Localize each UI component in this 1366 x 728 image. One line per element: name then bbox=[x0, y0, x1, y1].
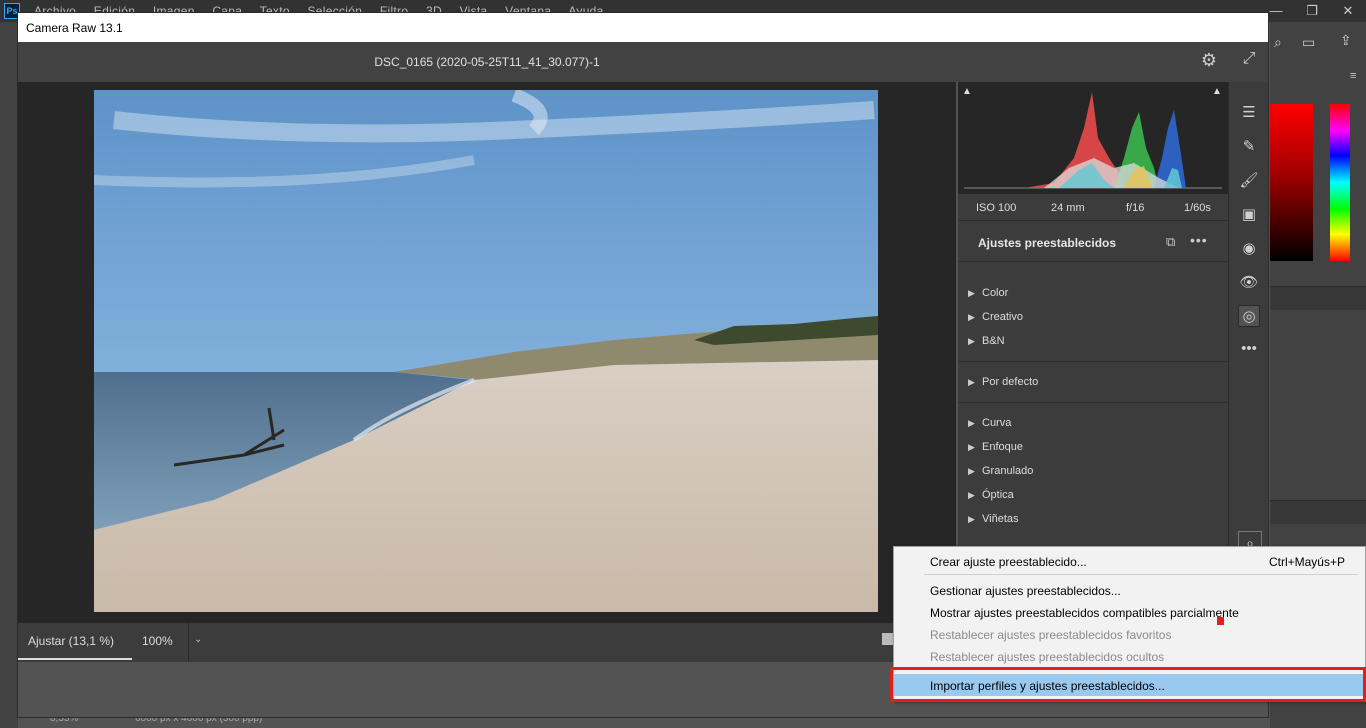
preset-group-enfoque[interactable]: ▶ Enfoque bbox=[968, 441, 1023, 453]
menu-divider bbox=[924, 574, 1358, 575]
image-canvas[interactable] bbox=[18, 82, 956, 623]
presets-icon[interactable]: ◎ bbox=[1238, 305, 1260, 327]
workspace-icon[interactable]: ▭ bbox=[1302, 34, 1315, 51]
expand-triangle-icon: ▶ bbox=[968, 312, 975, 322]
share-icon[interactable]: ⇪ bbox=[1340, 32, 1352, 49]
divider bbox=[188, 623, 189, 661]
divider bbox=[958, 361, 1228, 362]
photoshop-tools-panel bbox=[0, 22, 18, 728]
fit-zoom-button[interactable]: Ajustar (13,1 %) bbox=[28, 634, 114, 648]
new-preset-icon[interactable]: ⧉ bbox=[1166, 234, 1175, 250]
close-button[interactable]: ✕ bbox=[1330, 0, 1366, 22]
healing-brush-icon[interactable]: ✎ bbox=[1238, 136, 1260, 158]
shutter-value: 1/60s bbox=[1184, 202, 1211, 214]
brush-icon[interactable]: 🖌 bbox=[1238, 170, 1260, 192]
hue-slider[interactable] bbox=[1330, 104, 1350, 261]
expand-triangle-icon: ▶ bbox=[968, 514, 975, 524]
beach-photo bbox=[94, 90, 878, 612]
linear-gradient-icon[interactable]: ▣ bbox=[1238, 204, 1260, 226]
menu-reset-hidden: Restablecer ajustes preestablecidos ocul… bbox=[930, 650, 1165, 664]
preset-group-byn[interactable]: ▶ B&N bbox=[968, 335, 1005, 347]
expand-triangle-icon: ▶ bbox=[968, 442, 975, 452]
color-picker-field[interactable] bbox=[1270, 104, 1313, 261]
zoom-level-button[interactable]: 100% bbox=[142, 634, 173, 648]
preset-group-por-defecto[interactable]: ▶ Por defecto bbox=[968, 376, 1038, 388]
tool-strip: ☰ ✎ 🖌 ▣ ◉ 👁 ◎ ••• ⌕ bbox=[1228, 82, 1268, 562]
photoshop-panel-header bbox=[1270, 286, 1366, 310]
search-icon[interactable]: ⌕ bbox=[1274, 34, 1282, 51]
presets-title: Ajustes preestablecidos bbox=[978, 236, 1117, 250]
expand-triangle-icon: ▶ bbox=[968, 336, 975, 346]
histogram: ▲ ▲ bbox=[958, 82, 1228, 194]
preset-group-optica[interactable]: ▶ Óptica bbox=[968, 489, 1014, 501]
aperture-value: f/16 bbox=[1126, 202, 1145, 214]
expand-triangle-icon: ▶ bbox=[968, 418, 975, 428]
preset-group-curva[interactable]: ▶ Curva bbox=[968, 417, 1011, 429]
canvas-bottom-bar: Ajustar (13,1 %) 100% ⌄ bbox=[18, 623, 956, 661]
preset-group-vinetas[interactable]: ▶ Viñetas bbox=[968, 513, 1019, 525]
presets-header: Ajustes preestablecidos ⧉ ••• bbox=[958, 220, 1228, 262]
sliders-icon[interactable]: ☰ bbox=[1238, 102, 1260, 124]
file-name: DSC_0165 (2020-05-25T11_41_30.077)-1 bbox=[374, 55, 600, 69]
dialog-title-bar: Camera Raw 13.1 bbox=[18, 13, 1268, 42]
shortcut-label: Ctrl+Mayús+P bbox=[1268, 555, 1345, 569]
red-eye-icon[interactable]: 👁 bbox=[1238, 272, 1260, 294]
photoshop-panel-header bbox=[1270, 500, 1366, 524]
focal-length-value: 24 mm bbox=[1051, 202, 1085, 214]
gear-icon[interactable]: ⚙ bbox=[1198, 50, 1220, 72]
annotation-mark bbox=[1217, 617, 1224, 625]
dialog-title: Camera Raw 13.1 bbox=[26, 21, 123, 35]
iso-value: ISO 100 bbox=[976, 202, 1017, 214]
panel-menu-icon[interactable]: ≡ bbox=[1350, 70, 1356, 82]
menu-manage-presets[interactable]: Gestionar ajustes preestablecidos... bbox=[894, 579, 1365, 601]
fit-zoom-underline bbox=[18, 658, 132, 660]
preset-group-granulado[interactable]: ▶ Granulado bbox=[968, 465, 1033, 477]
chevron-down-icon[interactable]: ⌄ bbox=[194, 634, 202, 645]
menu-create-preset[interactable]: Crear ajuste preestablecido... Ctrl+Mayú… bbox=[894, 550, 1365, 572]
fullscreen-icon[interactable]: ⤢ bbox=[1238, 50, 1260, 72]
radial-gradient-icon[interactable]: ◉ bbox=[1238, 238, 1260, 260]
exif-info: ISO 100 24 mm f/16 1/60s bbox=[958, 194, 1228, 220]
expand-triangle-icon: ▶ bbox=[968, 466, 975, 476]
preset-group-color[interactable]: ▶ Color bbox=[968, 287, 1008, 299]
expand-triangle-icon: ▶ bbox=[968, 490, 975, 500]
restore-button[interactable]: ❐ bbox=[1294, 0, 1330, 22]
more-options-icon[interactable]: ••• bbox=[1190, 232, 1208, 248]
annotation-highlight-box bbox=[890, 667, 1366, 702]
window-controls: — ❐ ✕ bbox=[1258, 0, 1366, 22]
menu-reset-favorites: Restablecer ajustes preestablecidos favo… bbox=[930, 628, 1172, 642]
expand-triangle-icon: ▶ bbox=[968, 288, 975, 298]
preset-group-creativo[interactable]: ▶ Creativo bbox=[968, 311, 1023, 323]
camera-raw-header: DSC_0165 (2020-05-25T11_41_30.077)-1 ⚙ ⤢ bbox=[18, 42, 1268, 82]
edit-panel: ▲ ▲ ISO 100 24 mm f/16 1/60s Ajustes pre… bbox=[958, 82, 1228, 562]
more-tools-icon[interactable]: ••• bbox=[1238, 338, 1260, 360]
divider bbox=[958, 402, 1228, 403]
expand-triangle-icon: ▶ bbox=[968, 377, 975, 387]
menu-show-partial-compatible[interactable]: Mostrar ajustes preestablecidos compatib… bbox=[894, 601, 1365, 623]
